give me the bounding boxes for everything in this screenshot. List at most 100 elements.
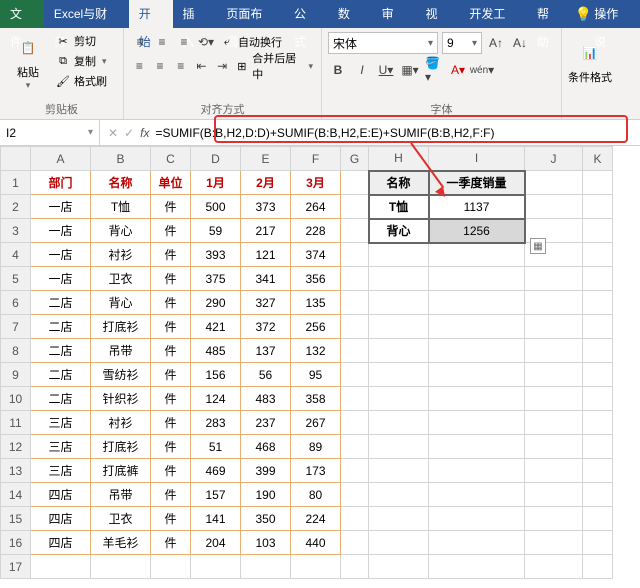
cell-I9[interactable]	[429, 363, 525, 387]
cell-G10[interactable]	[341, 387, 369, 411]
cell-B15[interactable]: 卫衣	[91, 507, 151, 531]
cell-K9[interactable]	[583, 363, 613, 387]
cell-C12[interactable]: 件	[151, 435, 191, 459]
row-head-13[interactable]: 13	[1, 459, 31, 483]
cell-D10[interactable]: 124	[191, 387, 241, 411]
cell-G12[interactable]	[341, 435, 369, 459]
col-head-D[interactable]: D	[191, 147, 241, 171]
cell-I4[interactable]	[429, 243, 525, 267]
cell-D5[interactable]: 375	[191, 267, 241, 291]
cell-D9[interactable]: 156	[191, 363, 241, 387]
cell-F13[interactable]: 173	[291, 459, 341, 483]
cell-I15[interactable]	[429, 507, 525, 531]
cell-F2[interactable]: 264	[291, 195, 341, 219]
cell-G6[interactable]	[341, 291, 369, 315]
row-head-1[interactable]: 1	[1, 171, 31, 195]
cell-H11[interactable]	[369, 411, 429, 435]
align-middle-button[interactable]: ≡	[152, 32, 172, 52]
cell-A1[interactable]: 部门	[31, 171, 91, 195]
font-select[interactable]: 宋体▾	[328, 32, 438, 54]
align-left-button[interactable]: ≡	[130, 56, 149, 76]
tab-help[interactable]: 帮助	[527, 0, 571, 28]
cell-C16[interactable]: 件	[151, 531, 191, 555]
align-center-button[interactable]: ≡	[151, 56, 170, 76]
cell-I6[interactable]	[429, 291, 525, 315]
name-box[interactable]: I2 ▾	[0, 120, 100, 145]
cell-H14[interactable]	[369, 483, 429, 507]
cell-E4[interactable]: 121	[241, 243, 291, 267]
tab-file[interactable]: 文件	[0, 0, 44, 28]
cell-C10[interactable]: 件	[151, 387, 191, 411]
format-painter-button[interactable]: 🖌格式刷	[54, 72, 109, 90]
cell-D16[interactable]: 204	[191, 531, 241, 555]
cell-A17[interactable]	[31, 555, 91, 579]
cell-F14[interactable]: 80	[291, 483, 341, 507]
cell-A10[interactable]: 二店	[31, 387, 91, 411]
tell-me[interactable]: 操作说	[592, 0, 640, 28]
cell-J14[interactable]	[525, 483, 583, 507]
tab-data[interactable]: 数据	[328, 0, 372, 28]
cell-E12[interactable]: 468	[241, 435, 291, 459]
col-head-E[interactable]: E	[241, 147, 291, 171]
cell-E16[interactable]: 103	[241, 531, 291, 555]
cell-K14[interactable]	[583, 483, 613, 507]
cell-J16[interactable]	[525, 531, 583, 555]
cell-D3[interactable]: 59	[191, 219, 241, 243]
cell-G8[interactable]	[341, 339, 369, 363]
font-color-button[interactable]: A▾	[448, 60, 468, 80]
cell-B5[interactable]: 卫衣	[91, 267, 151, 291]
cell-B9[interactable]: 雪纺衫	[91, 363, 151, 387]
cell-E13[interactable]: 399	[241, 459, 291, 483]
row-head-3[interactable]: 3	[1, 219, 31, 243]
cell-B1[interactable]: 名称	[91, 171, 151, 195]
cell-J12[interactable]	[525, 435, 583, 459]
italic-button[interactable]: I	[352, 60, 372, 80]
fill-color-button[interactable]: 🪣▾	[424, 60, 444, 80]
cell-C8[interactable]: 件	[151, 339, 191, 363]
cell-D7[interactable]: 421	[191, 315, 241, 339]
cell-B4[interactable]: 衬衫	[91, 243, 151, 267]
cell-D17[interactable]	[191, 555, 241, 579]
cell-C11[interactable]: 件	[151, 411, 191, 435]
cell-G17[interactable]	[341, 555, 369, 579]
cell-C13[interactable]: 件	[151, 459, 191, 483]
cell-B8[interactable]: 吊带	[91, 339, 151, 363]
cell-I10[interactable]	[429, 387, 525, 411]
cell-G9[interactable]	[341, 363, 369, 387]
cell-J13[interactable]	[525, 459, 583, 483]
col-head-H[interactable]: H	[369, 147, 429, 171]
cell-A3[interactable]: 一店	[31, 219, 91, 243]
enter-icon[interactable]: ✓	[124, 126, 134, 140]
cell-E7[interactable]: 372	[241, 315, 291, 339]
row-head-10[interactable]: 10	[1, 387, 31, 411]
cell-A7[interactable]: 二店	[31, 315, 91, 339]
cell-G14[interactable]	[341, 483, 369, 507]
cell-A4[interactable]: 一店	[31, 243, 91, 267]
cell-E9[interactable]: 56	[241, 363, 291, 387]
cell-A16[interactable]: 四店	[31, 531, 91, 555]
cell-I8[interactable]	[429, 339, 525, 363]
row-head-2[interactable]: 2	[1, 195, 31, 219]
cell-E14[interactable]: 190	[241, 483, 291, 507]
col-head-G[interactable]: G	[341, 147, 369, 171]
cell-B11[interactable]: 衬衫	[91, 411, 151, 435]
cell-E11[interactable]: 237	[241, 411, 291, 435]
cell-A8[interactable]: 二店	[31, 339, 91, 363]
tab-review[interactable]: 审阅	[372, 0, 416, 28]
cell-I12[interactable]	[429, 435, 525, 459]
cell-H12[interactable]	[369, 435, 429, 459]
row-head-9[interactable]: 9	[1, 363, 31, 387]
cell-B10[interactable]: 针织衫	[91, 387, 151, 411]
cell-F5[interactable]: 356	[291, 267, 341, 291]
cell-F4[interactable]: 374	[291, 243, 341, 267]
tab-formulas[interactable]: 公式	[284, 0, 328, 28]
cell-A5[interactable]: 一店	[31, 267, 91, 291]
cell-K12[interactable]	[583, 435, 613, 459]
underline-button[interactable]: U▾	[376, 60, 396, 80]
cell-D11[interactable]: 283	[191, 411, 241, 435]
cell-H5[interactable]	[369, 267, 429, 291]
col-head-B[interactable]: B	[91, 147, 151, 171]
cell-E2[interactable]: 373	[241, 195, 291, 219]
cell-B12[interactable]: 打底衫	[91, 435, 151, 459]
conditional-format-button[interactable]: 📊 条件格式	[568, 32, 612, 92]
